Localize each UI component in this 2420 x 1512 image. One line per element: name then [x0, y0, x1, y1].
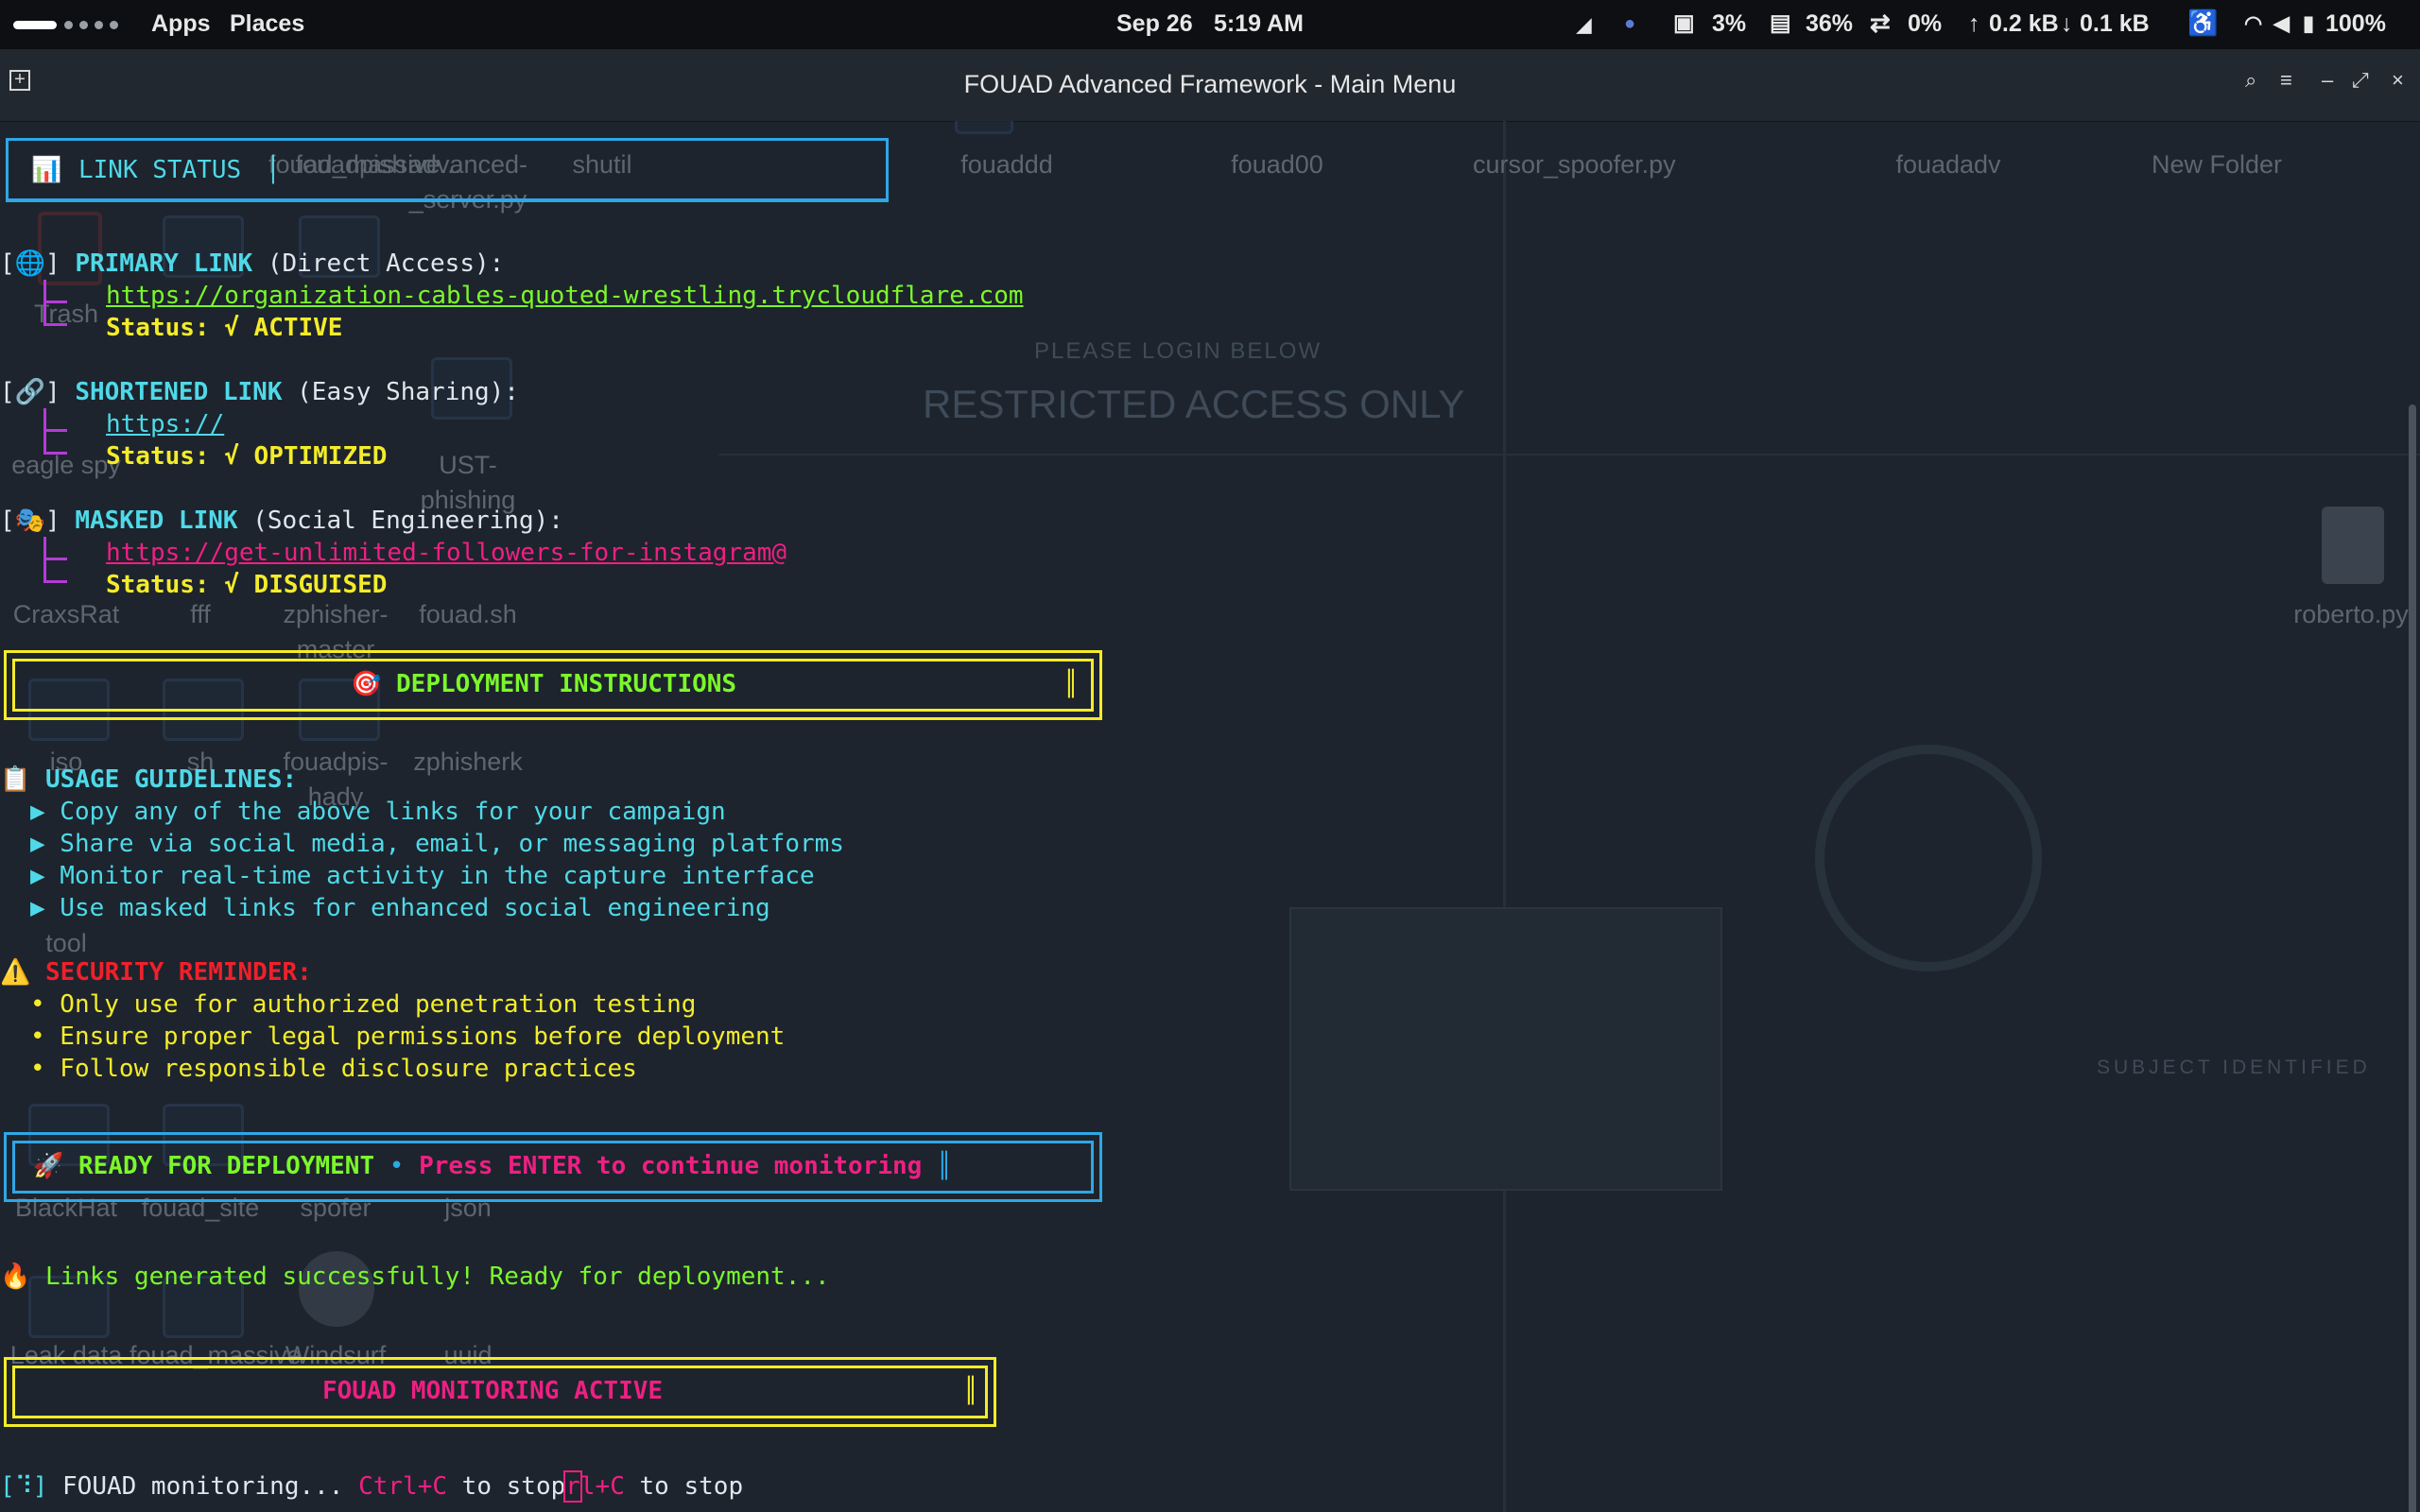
- upload-arrow-icon: ↑: [1968, 10, 1980, 37]
- chart-icon: 📊: [31, 156, 62, 184]
- tree-connector: [43, 558, 67, 583]
- primary-link-status: Status: √ ACTIVE: [106, 314, 343, 342]
- wallpaper-subject-text: SUBJECT IDENTIFIED: [2097, 1057, 2371, 1078]
- file-icon[interactable]: [2322, 507, 2384, 584]
- tray-app-icon[interactable]: ●: [1624, 13, 1635, 35]
- link-status-header: LINK STATUS: [78, 156, 242, 184]
- volume-icon[interactable]: ◀: [2273, 11, 2290, 36]
- tree-connector: [43, 301, 67, 326]
- desktop-icon-label[interactable]: New Folder: [2146, 147, 2288, 182]
- wallpaper-restricted-text: RESTRICTED ACCESS ONLY: [923, 382, 1465, 426]
- desktop-icon-label[interactable]: CraxsRat: [0, 597, 137, 632]
- usage-item: ▶ Use masked links for enhanced social e…: [30, 894, 770, 922]
- deployment-instructions-header: 🎯 DEPLOYMENT INSTRUCTIONS: [351, 670, 737, 698]
- swap-usage: 0%: [1908, 10, 1943, 37]
- security-item: • Ensure proper legal permissions before…: [30, 1022, 786, 1051]
- warning-icon: ⚠️: [0, 958, 31, 987]
- workspace-indicator[interactable]: [95, 21, 103, 29]
- minimize-icon[interactable]: –: [2322, 68, 2333, 93]
- terminal-view[interactable]: PLEASE LOGIN BELOW RESTRICTED ACCESS ONL…: [0, 121, 2420, 1512]
- wifi-icon[interactable]: ◠: [2244, 11, 2262, 36]
- monitoring-status-line: [⠹] FOUAD monitoring... Ctrl+C to stoprl…: [0, 1470, 744, 1503]
- fire-icon: 🔥: [0, 1263, 31, 1291]
- security-item: • Only use for authorized penetration te…: [30, 990, 697, 1019]
- deployment-instructions-box: 🎯 DEPLOYMENT INSTRUCTIONS ║: [4, 650, 1102, 720]
- link-icon: 🔗: [14, 378, 46, 406]
- accessibility-icon[interactable]: ♿: [2187, 9, 2218, 38]
- upload-speed: 0.2 kB: [1989, 10, 2059, 37]
- apps-menu[interactable]: Apps: [151, 10, 211, 38]
- desktop-icon-label[interactable]: fff: [130, 597, 271, 632]
- shortened-link-heading: [🔗] SHORTENED LINK (Easy Sharing):: [0, 378, 519, 406]
- rocket-icon: 🚀: [33, 1152, 64, 1180]
- desktop-icon-label[interactable]: roberto.py: [2280, 597, 2420, 632]
- masked-link-heading: [🎭] MASKED LINK (Social Engineering):: [0, 507, 563, 535]
- box-border-glyph: ║: [1063, 670, 1079, 698]
- cpu-icon: ▣: [1673, 10, 1695, 36]
- shortened-link-status: Status: √ OPTIMIZED: [106, 442, 388, 471]
- spinner-icon: [⠹]: [0, 1472, 48, 1501]
- desktop-icon-label[interactable]: fouad.sh: [397, 597, 539, 632]
- usage-guidelines-title: 📋 USAGE GUIDELINES:: [0, 765, 298, 794]
- window-titlebar[interactable]: + FOUAD Advanced Framework - Main Menu ⌕…: [0, 49, 2420, 122]
- masked-link-url[interactable]: https://get-unlimited-followers-for-inst…: [106, 537, 786, 569]
- battery-level[interactable]: 100%: [2325, 10, 2386, 38]
- desktop-icon-label[interactable]: zphisherk: [397, 745, 539, 780]
- wallpaper-ring: [1815, 745, 2042, 971]
- ready-for-deployment-box: 🚀 READY FOR DEPLOYMENT • Press ENTER to …: [4, 1132, 1102, 1202]
- usage-item: ▶ Copy any of the above links for your c…: [30, 798, 726, 826]
- usage-item: ▶ Monitor real-time activity in the capt…: [30, 862, 815, 890]
- success-message: 🔥 Links generated successfully! Ready fo…: [0, 1263, 830, 1291]
- search-icon[interactable]: ⌕: [2245, 68, 2256, 93]
- workspace-indicator[interactable]: [110, 21, 118, 29]
- box-border-glyph: │: [266, 156, 281, 184]
- window-title: FOUAD Advanced Framework - Main Menu: [963, 70, 1457, 98]
- memory-usage: 36%: [1806, 10, 1854, 37]
- shortened-link-url[interactable]: https://: [106, 408, 224, 440]
- primary-link-url[interactable]: https://organization-cables-quoted-wrest…: [106, 280, 1024, 312]
- terminal-scrollbar[interactable]: [2409, 404, 2416, 1512]
- masked-link-status: Status: √ DISGUISED: [106, 571, 388, 599]
- monitoring-active-header: FOUAD MONITORING ACTIVE: [322, 1377, 664, 1405]
- security-reminder-title: ⚠️ SECURITY REMINDER:: [0, 958, 312, 987]
- close-icon[interactable]: ×: [2392, 68, 2404, 93]
- hamburger-menu-icon[interactable]: ≡: [2280, 68, 2292, 93]
- maximize-icon[interactable]: ⤢: [2352, 68, 2369, 93]
- download-arrow-icon: ↓: [2061, 10, 2073, 37]
- top-panel: Apps Places Sep 26 5:19 AM ◢ ● ▣ 3% ▤ 36…: [0, 0, 2420, 49]
- workspace-indicator-active[interactable]: [13, 21, 57, 29]
- wallpaper-panel: [1289, 907, 1722, 1191]
- mask-icon: 🎭: [14, 507, 46, 535]
- swap-icon: ⇄: [1870, 9, 1891, 37]
- desktop-icon-label[interactable]: cursor_spoofer.py: [1473, 147, 1676, 182]
- link-status-box: 📊 LINK STATUS │: [6, 138, 889, 202]
- monitoring-active-box: FOUAD MONITORING ACTIVE ║: [4, 1357, 996, 1427]
- terminal-cursor: r: [563, 1470, 582, 1503]
- desktop-icon-label[interactable]: fouaddd: [936, 147, 1078, 182]
- places-menu[interactable]: Places: [230, 10, 304, 38]
- box-border-glyph: ║: [963, 1377, 978, 1405]
- usage-item: ▶ Share via social media, email, or mess…: [30, 830, 844, 858]
- desktop-icon-label[interactable]: fouad00: [1206, 147, 1348, 182]
- primary-link-heading: [🌐] PRIMARY LINK (Direct Access):: [0, 249, 505, 278]
- wallpaper-login-text: PLEASE LOGIN BELOW: [1034, 338, 1322, 364]
- download-speed: 0.1 kB: [2080, 10, 2150, 37]
- memory-icon: ▤: [1770, 10, 1791, 36]
- ready-line: 🚀 READY FOR DEPLOYMENT • Press ENTER to …: [33, 1152, 952, 1180]
- globe-icon: 🌐: [14, 249, 46, 278]
- security-item: • Follow responsible disclosure practice…: [30, 1055, 637, 1083]
- workspace-indicator[interactable]: [64, 21, 73, 29]
- workspace-indicator[interactable]: [79, 21, 88, 29]
- desktop-icon-label[interactable]: fouadadv: [1877, 147, 2019, 182]
- tree-connector: [43, 429, 67, 455]
- cpu-usage: 3%: [1712, 10, 1747, 37]
- clock-label[interactable]: 5:19 AM: [1214, 10, 1304, 38]
- date-label[interactable]: Sep 26: [1116, 10, 1193, 38]
- battery-icon[interactable]: ▮: [2303, 11, 2314, 36]
- telegram-icon[interactable]: ◢: [1577, 13, 1591, 37]
